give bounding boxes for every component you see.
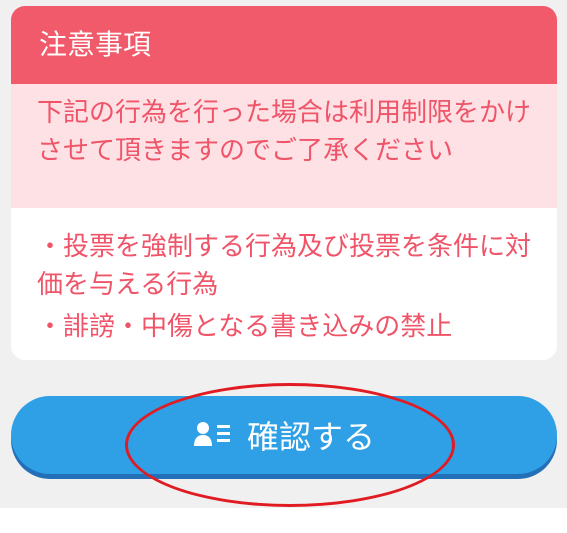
notice-card: 注意事項 下記の行為を行った場合は利用制限をかけさせて頂きますのでご了承ください… xyxy=(11,6,557,360)
user-list-icon xyxy=(193,419,233,451)
notice-rule: ・投票を強制する行為及び投票を条件に対価を与える行為 xyxy=(37,232,532,300)
notice-rules: ・投票を強制する行為及び投票を条件に対価を与える行為 ・誹謗・中傷となる書き込み… xyxy=(11,208,557,346)
notice-warning: 下記の行為を行った場合は利用制限をかけさせて頂きますのでご了承ください xyxy=(11,84,557,208)
notice-rule: ・誹謗・中傷となる書き込みの禁止 xyxy=(37,312,453,342)
notice-title: 注意事項 xyxy=(11,6,557,84)
confirm-button[interactable]: 確認する xyxy=(11,396,557,474)
bottom-strip xyxy=(0,508,567,533)
confirm-button-label: 確認する xyxy=(246,418,375,456)
